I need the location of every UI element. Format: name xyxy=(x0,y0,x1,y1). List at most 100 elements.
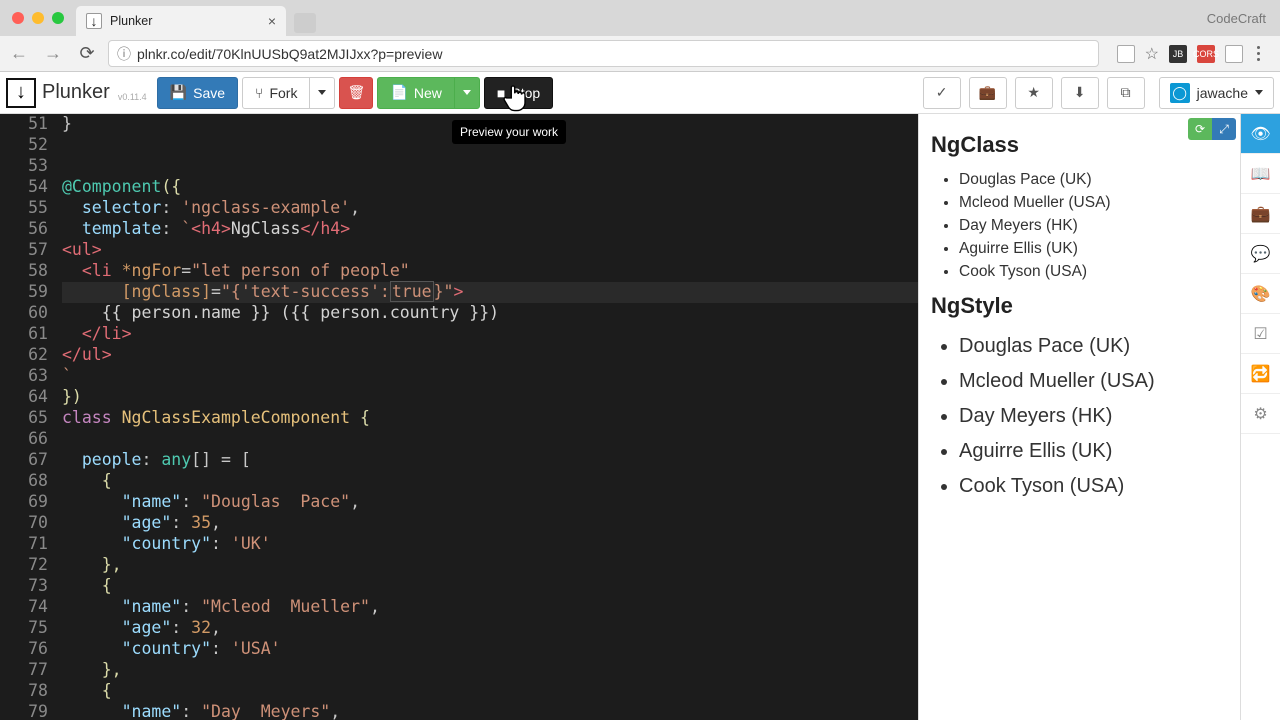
list-item: Day Meyers (HK) xyxy=(959,214,1228,237)
code-line[interactable]: </li> xyxy=(62,324,918,345)
code-line[interactable]: @Component({ xyxy=(62,177,918,198)
code-line[interactable]: { xyxy=(62,471,918,492)
sidebar-docs-button[interactable]: 📖 xyxy=(1241,154,1280,194)
sidebar-settings-button[interactable]: ⚙ xyxy=(1241,394,1280,434)
done-button[interactable]: ✓ xyxy=(923,77,961,109)
window-maximize-icon[interactable] xyxy=(52,12,64,24)
user-menu-button[interactable]: ◯ jawache xyxy=(1159,77,1274,109)
code-line[interactable]: "age": 35, xyxy=(62,513,918,534)
browser-menu-icon[interactable] xyxy=(1253,46,1264,61)
gutter-line-number: 64 xyxy=(0,387,48,408)
code-line[interactable]: }, xyxy=(62,660,918,681)
gutter-line-number: 75 xyxy=(0,618,48,639)
favorite-button[interactable]: ★ xyxy=(1015,77,1053,109)
new-tab-button[interactable] xyxy=(294,13,316,33)
back-icon[interactable]: ← xyxy=(6,41,32,67)
open-external-button[interactable]: ⧉ xyxy=(1107,77,1145,109)
gutter-line-number: 66 xyxy=(0,429,48,450)
code-line[interactable]: }) xyxy=(62,387,918,408)
sidebar-preview-button[interactable]: 👁 xyxy=(1241,114,1280,154)
briefcase-icon: 💼 xyxy=(979,84,996,101)
code-line[interactable] xyxy=(62,429,918,450)
fork-dropdown-button[interactable] xyxy=(309,77,335,109)
refresh-preview-button[interactable]: ⟳ xyxy=(1188,118,1212,140)
browser-tab[interactable]: ↓ Plunker × xyxy=(76,6,286,36)
gutter-line-number: 74 xyxy=(0,597,48,618)
gutter-line-number: 53 xyxy=(0,156,48,177)
new-dropdown-button[interactable] xyxy=(454,77,480,109)
expand-preview-button[interactable]: ⤢ xyxy=(1212,118,1236,140)
caret-down-icon xyxy=(318,90,326,95)
extension-icon[interactable]: JB xyxy=(1169,45,1187,63)
reload-icon[interactable]: ⟳ xyxy=(74,41,100,67)
brand-logo[interactable]: ↓ Plunker v0.11.4 xyxy=(6,78,153,108)
window-minimize-icon[interactable] xyxy=(32,12,44,24)
code-line[interactable] xyxy=(62,156,918,177)
extension-icon[interactable] xyxy=(1225,45,1243,63)
app-toolbar: ↓ Plunker v0.11.4 💾 Save ⑂ Fork 🗑 📄 New … xyxy=(0,72,1280,114)
code-line[interactable]: </ul> xyxy=(62,345,918,366)
code-line[interactable]: template: `<h4>NgClass</h4> xyxy=(62,219,918,240)
extension-icon[interactable]: ⎘ xyxy=(1117,45,1135,63)
gutter-line-number: 62 xyxy=(0,345,48,366)
username: jawache xyxy=(1197,85,1248,101)
code-line[interactable]: ` xyxy=(62,366,918,387)
gutter-line-number: 79 xyxy=(0,702,48,720)
delete-button[interactable]: 🗑 xyxy=(339,77,373,109)
gutter-line-number: 60 xyxy=(0,303,48,324)
code-line[interactable]: <li *ngFor="let person of people" xyxy=(62,261,918,282)
code-line[interactable]: {{ person.name }} ({{ person.country }}) xyxy=(62,303,918,324)
url-input[interactable]: ⓘ plnkr.co/edit/70KlnUUSbQ9at2MJIJxx?p=p… xyxy=(108,40,1099,67)
download-button[interactable]: ⬇ xyxy=(1061,77,1099,109)
code-line[interactable]: }, xyxy=(62,555,918,576)
tab-close-icon[interactable]: × xyxy=(268,13,276,29)
tab-title: Plunker xyxy=(110,14,152,28)
bookmark-star-icon[interactable]: ☆ xyxy=(1145,44,1159,64)
favicon-icon: ↓ xyxy=(86,13,102,29)
code-line[interactable]: "country": 'USA' xyxy=(62,639,918,660)
fork-button[interactable]: ⑂ Fork xyxy=(242,77,310,109)
list-item: Douglas Pace (UK) xyxy=(959,329,1228,364)
code-line[interactable]: people: any[] = [ xyxy=(62,450,918,471)
avatar: ◯ xyxy=(1170,83,1190,103)
download-arrow-icon: ↓ xyxy=(6,78,36,108)
sidebar-palette-button[interactable]: 🎨 xyxy=(1241,274,1280,314)
file-icon: 📄 xyxy=(390,84,407,101)
code-line[interactable]: <ul> xyxy=(62,240,918,261)
new-button[interactable]: 📄 New xyxy=(377,77,454,109)
code-line[interactable]: "name": "Day Meyers", xyxy=(62,702,918,720)
briefcase-button[interactable]: 💼 xyxy=(969,77,1007,109)
extension-icon[interactable]: CORS xyxy=(1197,45,1215,63)
save-button[interactable]: 💾 Save xyxy=(157,77,238,109)
code-line[interactable]: selector: 'ngclass-example', xyxy=(62,198,918,219)
eye-icon: 👁 xyxy=(1250,124,1270,144)
code-line[interactable]: "country": 'UK' xyxy=(62,534,918,555)
sidebar-retweet-button[interactable]: 🔁 xyxy=(1241,354,1280,394)
code-editor[interactable]: 5152535455565758596061626364656667686970… xyxy=(0,114,918,720)
sidebar-tasks-button[interactable]: ☑ xyxy=(1241,314,1280,354)
code-line[interactable]: class NgClassExampleComponent { xyxy=(62,408,918,429)
heading-ngstyle: NgStyle xyxy=(931,293,1228,319)
check-square-icon: ☑ xyxy=(1253,324,1267,344)
gutter-line-number: 76 xyxy=(0,639,48,660)
site-info-icon[interactable]: ⓘ xyxy=(117,44,131,64)
code-line[interactable]: [ngClass]="{'text-success':true}"> xyxy=(62,282,918,303)
code-line[interactable]: { xyxy=(62,681,918,702)
sidebar-files-button[interactable]: 💼 xyxy=(1241,194,1280,234)
code-line[interactable]: "name": "Douglas Pace", xyxy=(62,492,918,513)
gutter-line-number: 78 xyxy=(0,681,48,702)
window-close-icon[interactable] xyxy=(12,12,24,24)
sidebar-chat-button[interactable]: 💬 xyxy=(1241,234,1280,274)
gutter-line-number: 51 xyxy=(0,114,48,135)
list-item: Mcleod Mueller (USA) xyxy=(959,364,1228,399)
preview-pane: ⟳ ⤢ NgClass Douglas Pace (UK)Mcleod Muel… xyxy=(918,114,1240,720)
list-item: Cook Tyson (USA) xyxy=(959,260,1228,283)
gutter-line-number: 63 xyxy=(0,366,48,387)
gutter-line-number: 73 xyxy=(0,576,48,597)
gutter-line-number: 69 xyxy=(0,492,48,513)
right-sidebar: 👁 📖 💼 💬 🎨 ☑ 🔁 ⚙ xyxy=(1240,114,1280,720)
code-line[interactable]: { xyxy=(62,576,918,597)
code-line[interactable]: "name": "Mcleod Mueller", xyxy=(62,597,918,618)
cursor-pointer-icon xyxy=(503,82,531,114)
code-line[interactable]: "age": 32, xyxy=(62,618,918,639)
